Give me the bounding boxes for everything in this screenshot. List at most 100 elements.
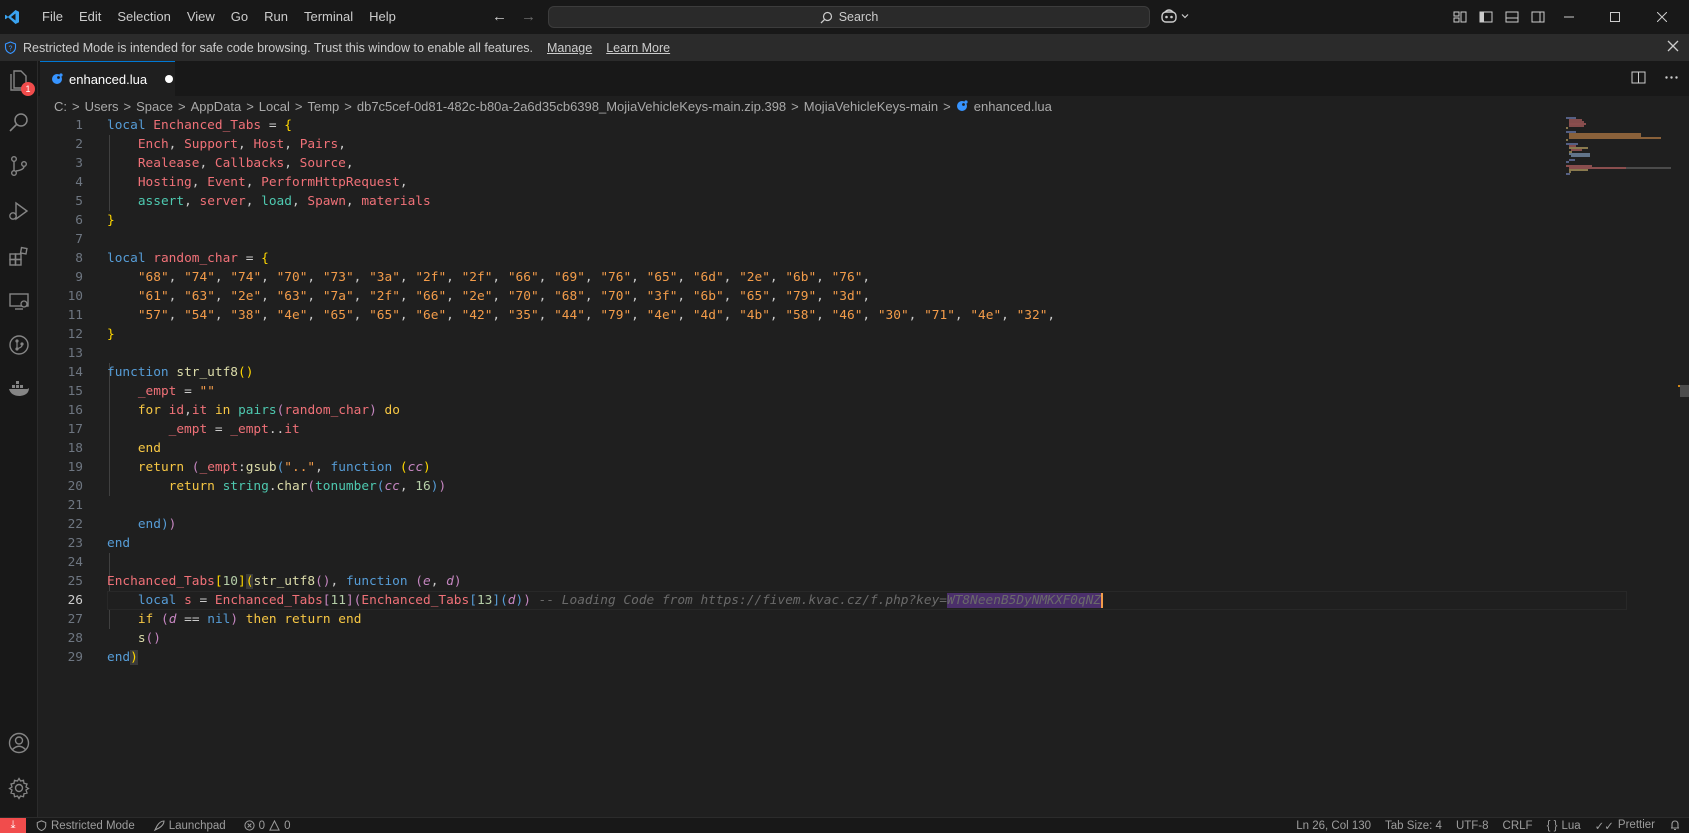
breadcrumb-item[interactable]: Local bbox=[259, 99, 290, 114]
customize-layout-icon[interactable] bbox=[1452, 9, 1468, 25]
tab-actions bbox=[1631, 70, 1679, 88]
git-graph-icon[interactable] bbox=[4, 330, 34, 360]
breadcrumb-item[interactable]: Users bbox=[85, 99, 119, 114]
minimize-icon[interactable] bbox=[1554, 0, 1584, 34]
gear-icon[interactable] bbox=[4, 773, 34, 803]
launchpad-status[interactable]: Launchpad bbox=[153, 820, 226, 832]
code-line: 13 bbox=[67, 346, 83, 361]
toggle-panel-icon[interactable] bbox=[1504, 9, 1520, 25]
scrollbar-thumb[interactable] bbox=[1680, 385, 1689, 397]
status-right: Ln 26, Col 130 Tab Size: 4 UTF-8 CRLF { … bbox=[1296, 818, 1681, 833]
breadcrumb-item[interactable]: MojiaVehicleKeys-main bbox=[804, 99, 938, 114]
bell-icon[interactable] bbox=[1669, 819, 1681, 833]
search-label: Search bbox=[838, 10, 879, 24]
remote-indicator-icon[interactable]: ⤓ bbox=[0, 817, 26, 833]
close-icon[interactable] bbox=[1667, 39, 1679, 56]
error-icon bbox=[244, 820, 255, 831]
code-line: 18 end bbox=[67, 441, 161, 456]
menu-file[interactable]: File bbox=[34, 0, 71, 34]
breadcrumb-item[interactable]: db7c5cef-0d81-482c-b80a-2a6d35cb6398_Moj… bbox=[357, 99, 786, 114]
command-center-search[interactable]: Search bbox=[548, 6, 1150, 28]
breadcrumb: C: > Users > Space > AppData > Local > Temp > … bbox=[54, 96, 1052, 116]
maximize-icon[interactable] bbox=[1600, 0, 1630, 34]
code-line: 15 _empt = "" bbox=[67, 384, 215, 399]
extensions-icon[interactable] bbox=[4, 241, 34, 271]
breadcrumb-file[interactable]: enhanced.lua bbox=[974, 99, 1052, 114]
menu-terminal[interactable]: Terminal bbox=[296, 0, 361, 34]
code-line: 6} bbox=[75, 213, 115, 228]
toggle-primary-sidebar-icon[interactable] bbox=[1478, 9, 1494, 25]
copilot-icon bbox=[1161, 9, 1177, 23]
minimap[interactable] bbox=[1566, 116, 1676, 196]
code-line: 29 end) bbox=[67, 650, 138, 665]
menu-go[interactable]: Go bbox=[223, 0, 256, 34]
indentation[interactable]: Tab Size: 4 bbox=[1385, 820, 1442, 832]
code-line: 17 _empt = _empt..it bbox=[67, 422, 300, 437]
manage-link[interactable]: Manage bbox=[547, 41, 592, 55]
code-line: 25 Enchanced_Tabs[10](str_utf8(), functio… bbox=[67, 574, 462, 589]
explorer-badge: 1 bbox=[21, 82, 35, 96]
code-line-current: 26 local s = Enchanced_Tabs[11](Enchance… bbox=[38, 591, 1627, 610]
unsaved-dot-icon[interactable] bbox=[165, 75, 174, 83]
problems-status[interactable]: 0 0 bbox=[244, 820, 290, 832]
restricted-mode-status[interactable]: Restricted Mode bbox=[36, 820, 135, 832]
docker-icon[interactable] bbox=[4, 374, 34, 404]
lua-file-icon bbox=[52, 73, 63, 84]
code-line: 21 bbox=[67, 498, 83, 513]
double-check-icon: ✓✓ bbox=[1594, 821, 1614, 833]
code-line: 3 Realease, Callbacks, Source, bbox=[75, 156, 354, 171]
code-line: 16 for id,it in pairs(random_char) do bbox=[67, 403, 400, 418]
toggle-secondary-sidebar-icon[interactable] bbox=[1530, 9, 1546, 25]
remote-explorer-icon[interactable] bbox=[4, 286, 34, 316]
close-window-icon[interactable] bbox=[1647, 0, 1677, 34]
menu-view[interactable]: View bbox=[179, 0, 223, 34]
language-label: Lua bbox=[1561, 820, 1581, 832]
layout-controls bbox=[1452, 9, 1546, 25]
language-mode[interactable]: { } Lua bbox=[1547, 820, 1581, 832]
launchpad-label: Launchpad bbox=[168, 819, 226, 832]
prettier-status[interactable]: ✓✓ Prettier bbox=[1595, 819, 1655, 833]
accounts-icon[interactable] bbox=[4, 728, 34, 758]
breadcrumb-item[interactable]: Temp bbox=[307, 99, 339, 114]
end-of-line[interactable]: CRLF bbox=[1503, 820, 1533, 832]
code-line: 14 function str_utf8() bbox=[67, 365, 254, 380]
menu-edit[interactable]: Edit bbox=[71, 0, 109, 34]
back-arrow-icon[interactable]: ← bbox=[492, 8, 507, 25]
breadcrumb-item[interactable]: AppData bbox=[191, 99, 242, 114]
status-bar: ⤓ Restricted Mode Launchpad 0 0 Ln 26, C… bbox=[0, 817, 1689, 833]
vscode-logo-icon bbox=[2, 7, 22, 27]
explorer-icon[interactable]: 1 bbox=[4, 65, 35, 96]
tab-enhanced-lua[interactable]: enhanced.lua bbox=[40, 61, 175, 96]
learn-more-link[interactable]: Learn More bbox=[606, 41, 670, 55]
code-line: 1 local Enchanced_Tabs = { bbox=[75, 118, 292, 133]
code-line: 24 bbox=[67, 555, 83, 570]
encoding[interactable]: UTF-8 bbox=[1456, 820, 1489, 832]
braces-icon: { } bbox=[1546, 820, 1558, 832]
breadcrumb-item[interactable]: C: bbox=[54, 99, 67, 114]
chevron-down-icon bbox=[1181, 14, 1189, 19]
window-controls bbox=[1554, 0, 1689, 34]
chevron-right-icon: > bbox=[344, 98, 352, 114]
more-actions-icon[interactable] bbox=[1664, 70, 1679, 88]
run-debug-icon[interactable] bbox=[4, 196, 34, 226]
search-view-icon[interactable] bbox=[4, 107, 34, 137]
copilot-button[interactable] bbox=[1160, 8, 1189, 24]
menu-run[interactable]: Run bbox=[256, 0, 296, 34]
menu-help[interactable]: Help bbox=[361, 0, 404, 34]
forward-arrow-icon[interactable]: → bbox=[521, 8, 536, 25]
source-control-icon[interactable] bbox=[4, 151, 34, 181]
split-editor-icon[interactable] bbox=[1631, 70, 1646, 88]
url-comment[interactable]: -- Loading Code from https://fivem.kvac.… bbox=[539, 593, 947, 608]
chevron-right-icon: > bbox=[123, 98, 132, 114]
code-line: 4 Hosting, Event, PerformHttpRequest, bbox=[75, 175, 408, 190]
restricted-mode-label: Restricted Mode bbox=[51, 819, 135, 832]
chevron-right-icon: > bbox=[294, 98, 303, 114]
breadcrumb-item[interactable]: Space bbox=[136, 99, 173, 114]
code-line: 8 local random_char = { bbox=[75, 251, 269, 266]
title-bar: File Edit Selection View Go Run Terminal… bbox=[0, 0, 1689, 34]
selected-key-text[interactable]: WT8NeenB5DyNMKXF0qNZ bbox=[947, 593, 1102, 608]
banner-text: Restricted Mode is intended for safe cod… bbox=[23, 40, 533, 55]
menu-selection[interactable]: Selection bbox=[109, 0, 178, 34]
cursor-position[interactable]: Ln 26, Col 130 bbox=[1296, 820, 1371, 832]
code-editor[interactable]: 1 local Enchanced_Tabs = { 2 Ench, Suppor… bbox=[38, 116, 1689, 817]
